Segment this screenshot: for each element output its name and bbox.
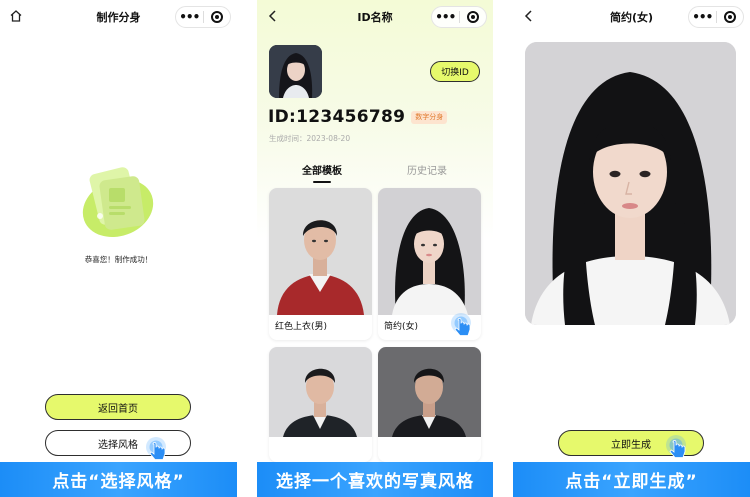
avatar: [269, 45, 322, 98]
tap-hand-icon: [145, 436, 173, 464]
navbar: ID名称 •••: [257, 0, 493, 34]
more-dots-icon[interactable]: •••: [689, 10, 716, 24]
tab-history[interactable]: 历史记录: [407, 162, 447, 177]
status-badge: 数字分身: [411, 110, 448, 124]
generation-time: 生成时间：2023-08-20: [269, 134, 351, 143]
tab-all-templates[interactable]: 全部模板: [302, 162, 342, 177]
tap-hand-icon: [665, 434, 693, 462]
instruction-banner: 选择一个喜欢的写真风格: [257, 462, 493, 497]
template-card[interactable]: [269, 347, 372, 462]
chevron-left-icon[interactable]: [522, 9, 538, 25]
target-icon[interactable]: [204, 11, 231, 23]
template-image: [269, 347, 372, 437]
mini-program-capsule: •••: [175, 6, 231, 28]
mini-program-capsule: •••: [688, 6, 744, 28]
tap-hand-icon: [450, 312, 478, 340]
more-dots-icon[interactable]: •••: [176, 10, 203, 24]
id-line: ID:123456789 数字分身: [268, 107, 448, 127]
template-label: [269, 437, 372, 462]
template-image: [378, 188, 481, 315]
chevron-left-icon[interactable]: [266, 9, 282, 25]
success-text: 恭喜您！制作成功！: [84, 255, 153, 264]
template-card[interactable]: 红色上衣(男): [269, 188, 372, 340]
instruction-banner: 点击“选择风格”: [0, 462, 237, 497]
template-image: [378, 347, 481, 437]
template-list-screen: ID名称 ••• 切换ID ID:123456789 数字分身 生成时间：202…: [257, 0, 493, 497]
navbar: 制作分身 •••: [0, 0, 237, 34]
page-title: 制作分身: [96, 11, 141, 24]
tab-bar: 全部模板 历史记录: [257, 162, 493, 183]
target-icon[interactable]: [717, 11, 744, 23]
instruction-banner: 点击“立即生成”: [513, 462, 750, 497]
success-illustration: [76, 160, 160, 240]
make-avatar-screen: 制作分身 ••• 恭喜您！制作成功！ 返回首页 选择风格 点击“选择风格”: [0, 0, 237, 497]
template-image: [269, 188, 372, 315]
back-home-button[interactable]: 返回首页: [45, 394, 191, 420]
mini-program-capsule: •••: [431, 6, 487, 28]
more-dots-icon[interactable]: •••: [432, 10, 459, 24]
home-icon[interactable]: [9, 9, 25, 25]
navbar: 简约(女) •••: [513, 0, 750, 34]
page-title: ID名称: [357, 11, 393, 24]
template-label: 红色上衣(男): [275, 322, 328, 332]
tab-underline: [313, 181, 331, 183]
target-icon[interactable]: [460, 11, 487, 23]
template-card[interactable]: [378, 347, 481, 462]
switch-id-button[interactable]: 切换ID: [430, 61, 480, 82]
page-title: 简约(女): [609, 11, 654, 24]
template-label: [378, 437, 481, 462]
template-detail-screen: 简约(女) ••• 立即生成 点击“立即生成”: [513, 0, 750, 497]
template-preview-image: [525, 42, 736, 325]
id-text: ID:123456789: [268, 107, 406, 127]
